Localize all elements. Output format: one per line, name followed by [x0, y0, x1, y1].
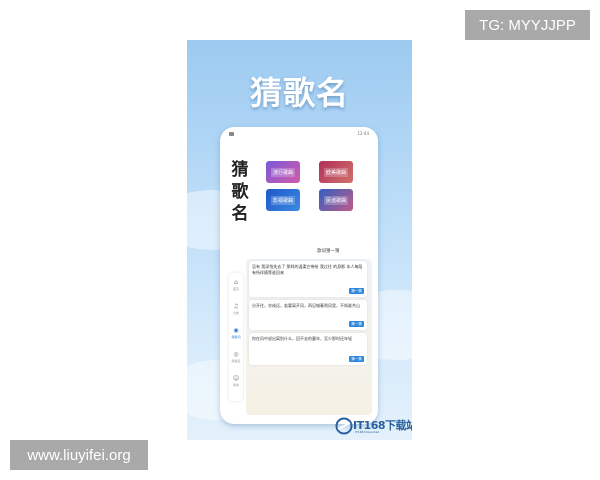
guess-button[interactable]: 猜一猜 [349, 321, 364, 327]
site-watermark: www.liuyifei.org [10, 440, 148, 470]
lyrics-guess-link[interactable]: 歌词猜一猜 [317, 248, 340, 254]
nav-item-profile[interactable]: ☺ 我的 [229, 373, 243, 395]
nav-item-category[interactable]: ♫ 分类 [229, 301, 243, 323]
it168-logo-subtitle: IT168 Download [355, 430, 380, 434]
category-card-film[interactable]: 影视歌曲 [266, 189, 300, 211]
compass-icon: ◉ [233, 327, 239, 334]
guess-button[interactable]: 猜一猜 [349, 288, 364, 294]
category-label: 流行歌曲 [270, 167, 295, 177]
app-title: 猜 歌 名 [230, 159, 250, 225]
chat-icon: ◎ [233, 351, 239, 358]
promo-headline: 猜歌名 [249, 74, 349, 112]
status-time: 12:44 [357, 131, 369, 136]
title-char: 猜 [231, 160, 249, 180]
nav-label: 猜歌名 [231, 359, 241, 363]
question-card: 没有 我深怕失去了 那样的温柔它带给 我过往 的身影 本人每段有所伴随等谁回来 … [249, 261, 367, 297]
phone-mockup: 12:44 猜 歌 名 流行歌曲 欧美歌曲 影视歌曲 民谣歌曲 歌词猜一猜 ⌂ … [220, 127, 378, 424]
home-icon: ⌂ [234, 279, 238, 286]
nav-label: 分类 [232, 311, 239, 315]
nav-item-home[interactable]: ⌂ 首页 [229, 277, 243, 299]
question-card: 分开往，亦成远，若要离开风，再见城春到风里，不知谁共山 猜一猜 [249, 300, 367, 330]
category-label: 影视歌曲 [270, 195, 295, 205]
it168-logo: IT168下载站 IT168 Download [335, 416, 412, 436]
notification-icon [229, 132, 234, 136]
category-label: 欧美歌曲 [323, 167, 348, 177]
user-icon: ☺ [232, 375, 240, 382]
question-text: 分开往，亦成远，若要离开风，再见城春到风里，不知谁共山 [252, 303, 360, 308]
status-bar: 12:44 [220, 127, 378, 141]
nav-item-guess-lyrics[interactable]: ◉ 猜歌词 [229, 325, 243, 347]
side-nav: ⌂ 首页 ♫ 分类 ◉ 猜歌词 ◎ 猜歌名 ☺ 我的 [229, 273, 243, 401]
music-icon: ♫ [233, 303, 239, 310]
nav-item-guess-song[interactable]: ◎ 猜歌名 [229, 349, 243, 371]
promo-banner: 猜歌名 12:44 猜 歌 名 流行歌曲 欧美歌曲 影视歌曲 民谣歌曲 歌词猜一… [187, 40, 412, 440]
title-char: 歌 [231, 182, 249, 202]
tg-watermark: TG: MYYJJPP [465, 10, 590, 40]
category-label: 民谣歌曲 [323, 195, 348, 205]
guess-button[interactable]: 猜一猜 [349, 356, 364, 362]
title-char: 名 [231, 204, 249, 224]
category-card-pop[interactable]: 流行歌曲 [266, 161, 300, 183]
nav-label: 猜歌词 [231, 335, 241, 339]
question-card: 你在风中说出离别什么，回不去的童年，至少那时还年轻 猜一猜 [249, 333, 367, 365]
it168-logo-icon [335, 417, 353, 435]
question-list: 没有 我深怕失去了 那样的温柔它带给 我过往 的身影 本人每段有所伴随等谁回来 … [246, 259, 372, 415]
category-card-western[interactable]: 欧美歌曲 [319, 161, 353, 183]
question-text: 你在风中说出离别什么，回不去的童年，至少那时还年轻 [252, 336, 352, 341]
nav-label: 我的 [232, 383, 239, 387]
nav-label: 首页 [232, 287, 239, 291]
category-card-folk[interactable]: 民谣歌曲 [319, 189, 353, 211]
question-text: 没有 我深怕失去了 那样的温柔它带给 我过往 的身影 本人每段有所伴随等谁回来 [252, 264, 363, 275]
